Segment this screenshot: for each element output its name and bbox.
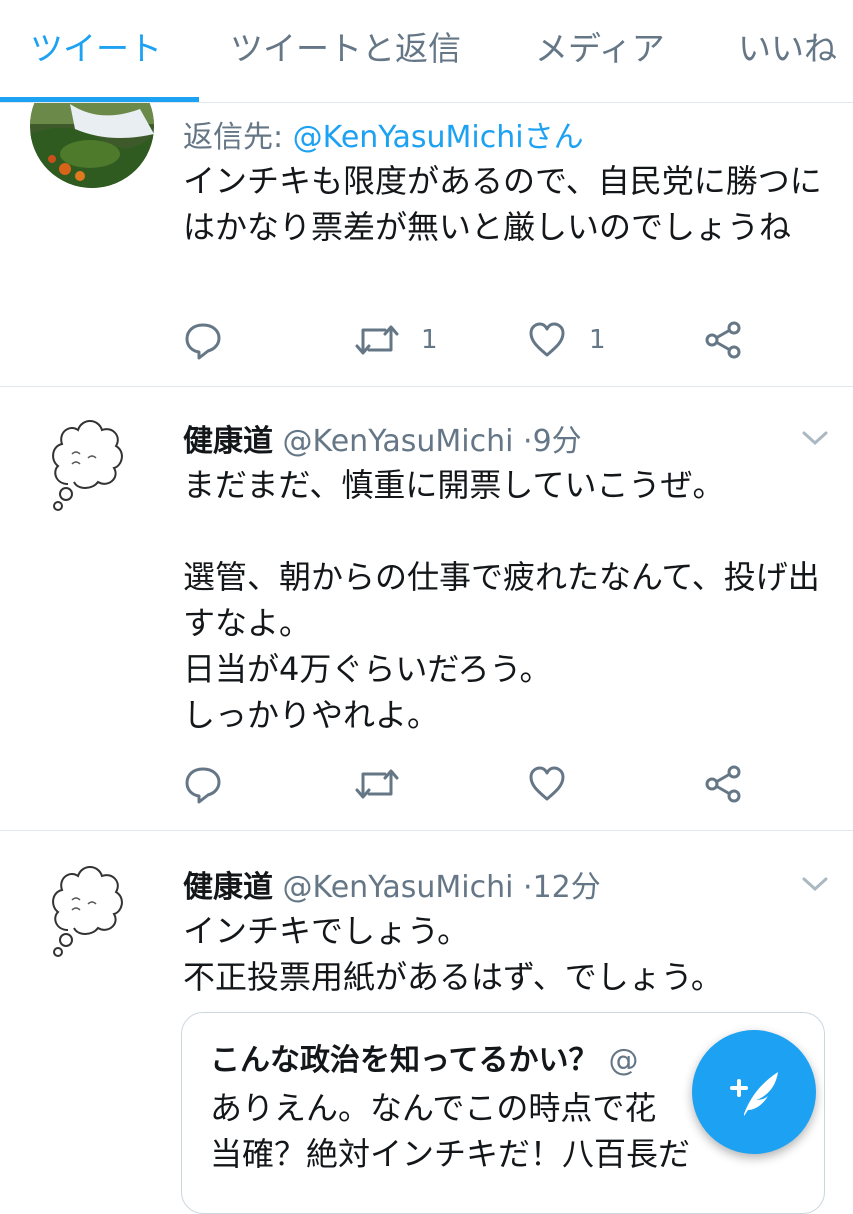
reply-button[interactable] — [183, 318, 223, 362]
author-name[interactable]: 健康道 — [183, 870, 273, 905]
tweet-text: インチキでしょう。 不正投票用紙があるはず、でしょう。 — [183, 912, 723, 996]
tweet-header: 健康道 @KenYasuMichi ·12分 — [183, 862, 601, 906]
tweet-item[interactable]: 返信先: @KenYasuMichiさん インチキも限度があるので、自民党に勝つ… — [0, 64, 853, 387]
tweet-header: 健康道 @KenYasuMichi ·9分 — [183, 416, 582, 460]
retweet-count: 1 — [421, 325, 438, 355]
reply-icon — [185, 767, 221, 804]
profile-tab-bar: ツイート ツイートと返信 メディア いいね — [0, 0, 853, 103]
chevron-down-icon[interactable] — [800, 428, 830, 448]
quoted-author-name: こんな政治を知ってるかい？ — [210, 1043, 599, 1078]
author-name[interactable]: 健康道 — [183, 424, 273, 459]
quoted-author-handle: @ — [608, 1043, 639, 1078]
tab-tweets[interactable]: ツイート — [30, 22, 162, 70]
separator-dot: · — [523, 424, 533, 459]
quoted-author: こんな政治を知ってるかい？ @ — [210, 1035, 639, 1079]
heart-icon — [529, 766, 565, 801]
compose-tweet-button[interactable] — [692, 1030, 816, 1154]
reply-context: 返信先: @KenYasuMichiさん — [183, 112, 584, 156]
retweet-icon — [355, 325, 399, 355]
share-button[interactable] — [703, 318, 743, 362]
tab-tweets-and-replies[interactable]: ツイートと返信 — [230, 22, 461, 70]
reply-icon — [185, 323, 221, 360]
tab-media[interactable]: メディア — [535, 22, 665, 70]
tweet-text: まだまだ、慎重に開票していこうぜ。 選管、朝からの仕事で疲れたなんて、投げ出すな… — [183, 466, 820, 734]
share-button[interactable] — [703, 762, 743, 806]
avatar[interactable] — [48, 414, 126, 514]
retweet-button[interactable]: 1 — [355, 318, 438, 362]
avatar[interactable] — [48, 860, 126, 960]
chevron-down-icon[interactable] — [800, 874, 830, 894]
reply-to-label: 返信先: — [183, 120, 284, 155]
tweet-actions: 1 1 — [183, 318, 753, 362]
tab-likes[interactable]: いいね — [738, 22, 837, 70]
active-tab-indicator — [0, 97, 199, 102]
like-button[interactable]: 1 — [527, 318, 606, 362]
retweet-icon — [355, 769, 399, 799]
reply-to-handle[interactable]: @KenYasuMichiさん — [293, 120, 584, 155]
tweet-item[interactable]: 健康道 @KenYasuMichi ·9分 まだまだ、慎重に開票していこうぜ。 … — [0, 386, 853, 831]
reply-button[interactable] — [183, 762, 223, 806]
like-count: 1 — [589, 325, 606, 355]
tweet-text: インチキも限度があるので、自民党に勝つにはかなり票差が無いと厳しいのでしょうね — [183, 162, 822, 246]
tweet-actions — [183, 762, 753, 806]
like-button[interactable] — [527, 762, 567, 806]
retweet-button[interactable] — [355, 762, 399, 806]
share-icon — [705, 321, 741, 359]
tweet-time[interactable]: 12分 — [533, 870, 601, 905]
author-handle[interactable]: @KenYasuMichi — [283, 424, 514, 459]
tweet-time[interactable]: 9分 — [533, 424, 582, 459]
compose-tweet-icon — [730, 1072, 778, 1116]
separator-dot: · — [523, 870, 533, 905]
author-handle[interactable]: @KenYasuMichi — [283, 870, 514, 905]
share-icon — [705, 765, 741, 803]
heart-icon — [529, 322, 565, 357]
